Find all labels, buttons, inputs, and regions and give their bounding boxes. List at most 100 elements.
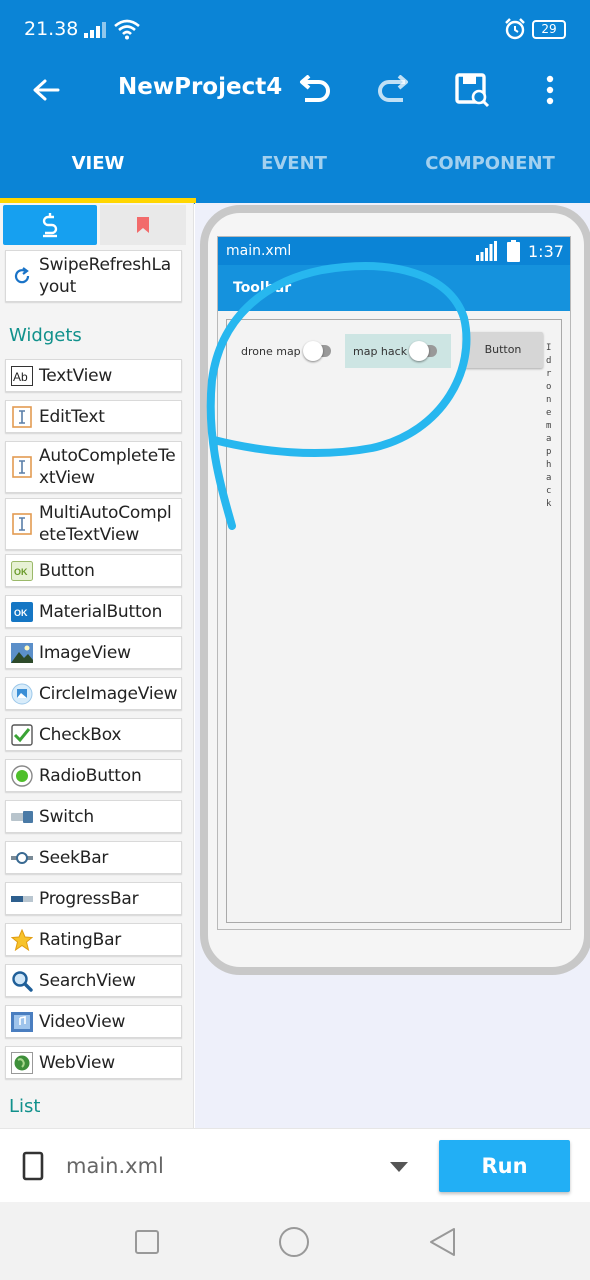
- svg-text:OK: OK: [14, 567, 28, 577]
- palette-item-videoview[interactable]: VideoView: [5, 1005, 182, 1038]
- palette-item-checkbox[interactable]: CheckBox: [5, 718, 182, 751]
- back-arrow-icon[interactable]: [24, 68, 68, 112]
- preview-layout[interactable]: drone map map hack Button Idrone map hac…: [226, 319, 562, 923]
- status-bar: 21.38 29: [0, 0, 590, 62]
- switch-icon: [11, 806, 33, 828]
- preview-toolbar[interactable]: Toolbar: [218, 265, 570, 311]
- palette-item-label: ProgressBar: [39, 888, 139, 909]
- palette-item-label: EditText: [39, 406, 105, 427]
- tab-component[interactable]: COMPONENT: [392, 120, 588, 204]
- preview-signal-icon: [476, 241, 497, 261]
- bottom-bar: main.xml Run: [0, 1128, 590, 1202]
- tab-view[interactable]: VIEW: [0, 120, 196, 204]
- palette-item-radiobutton[interactable]: RadioButton: [5, 759, 182, 792]
- materialbutton-icon: OK: [11, 601, 33, 623]
- edittext-icon: [11, 405, 33, 428]
- back-nav-icon[interactable]: [426, 1226, 458, 1258]
- phone-screen[interactable]: main.xml 1:37 Toolbar drone map map hack…: [217, 236, 571, 930]
- textview-icon: Ab: [11, 365, 33, 387]
- svg-text:Ab: Ab: [13, 370, 28, 384]
- palette-item-progressbar[interactable]: ProgressBar: [5, 882, 182, 915]
- wifi-icon: [114, 19, 140, 40]
- app-toolbar: NewProject4: [0, 62, 590, 120]
- save-icon[interactable]: [450, 68, 494, 112]
- switch-drone-map[interactable]: drone map: [241, 334, 331, 368]
- palette-item-textview[interactable]: Ab TextView: [5, 359, 182, 392]
- palette-item-button[interactable]: OK Button: [5, 554, 182, 587]
- palette-item-label: WebView: [39, 1052, 116, 1073]
- preview-status-bar: main.xml 1:37: [218, 237, 570, 265]
- palette-item-materialbutton[interactable]: OK MaterialButton: [5, 595, 182, 628]
- run-button[interactable]: Run: [439, 1140, 570, 1192]
- ratingbar-icon: [11, 928, 33, 951]
- more-options-icon[interactable]: [528, 68, 572, 112]
- recents-icon[interactable]: [131, 1226, 163, 1258]
- palette-item-autocompletetextview[interactable]: AutoCompleteTextView: [5, 441, 182, 493]
- palette-item-ratingbar[interactable]: RatingBar: [5, 923, 182, 956]
- project-title: NewProject4: [118, 74, 283, 100]
- palette-item-label: MultiAutoCompleteTextView: [39, 503, 172, 545]
- tab-event[interactable]: EVENT: [196, 120, 392, 204]
- palette-item-searchview[interactable]: SearchView: [5, 964, 182, 997]
- palette-item-imageview[interactable]: ImageView: [5, 636, 182, 669]
- palette-item-seekbar[interactable]: SeekBar: [5, 841, 182, 874]
- status-time: 21.38: [24, 18, 79, 40]
- palette-item-label: Button: [39, 560, 95, 581]
- seekbar-icon: [11, 847, 33, 869]
- preview-battery-icon: [507, 240, 520, 262]
- imageview-icon: [11, 642, 33, 664]
- palette-item-swiperefreshlayout[interactable]: SwipeRefreshLayout: [5, 250, 182, 302]
- palette-item-circleimageview[interactable]: CircleImageView: [5, 677, 182, 710]
- palette-item-label: TextView: [39, 365, 113, 386]
- palette-item-webview[interactable]: WebView: [5, 1046, 182, 1079]
- preview-status-time: 1:37: [528, 242, 564, 261]
- palette-tab-widgets[interactable]: [3, 205, 97, 245]
- progressbar-icon: [11, 888, 33, 910]
- webview-icon: [11, 1051, 33, 1074]
- switch-label: drone map: [241, 344, 301, 358]
- checkbox-icon: [11, 723, 33, 746]
- undo-icon[interactable]: [292, 68, 336, 112]
- svg-text:OK: OK: [14, 608, 28, 618]
- palette-item-switch[interactable]: Switch: [5, 800, 182, 833]
- palette-item-label: AutoCompleteTextView: [39, 446, 176, 488]
- redo-icon[interactable]: [372, 68, 416, 112]
- palette-item-label: Switch: [39, 806, 95, 827]
- palette-item-label: VideoView: [39, 1011, 126, 1032]
- preview-button[interactable]: Button: [463, 332, 543, 368]
- circleimageview-icon: [11, 683, 33, 705]
- widget-palette: SwipeRefreshLayout Widgets Ab TextView E…: [0, 203, 194, 1128]
- phone-layout-icon: [22, 1151, 44, 1181]
- switch-map-hack[interactable]: map hack: [345, 334, 451, 368]
- widgets-palette-icon: [42, 213, 58, 238]
- layout-file-selector[interactable]: main.xml: [66, 1154, 164, 1178]
- switch-label: map hack: [353, 344, 408, 358]
- signal-icon: [84, 22, 106, 38]
- palette-item-multiautocompletetextview[interactable]: MultiAutoCompleteTextView: [5, 498, 182, 550]
- searchview-icon: [11, 970, 33, 992]
- palette-tab-bookmarks[interactable]: [100, 205, 186, 245]
- home-icon[interactable]: [278, 1226, 310, 1258]
- alarm-icon: [505, 18, 525, 40]
- preview-vertical-text: Idrone map hack: [546, 343, 552, 509]
- switch-toggle[interactable]: [409, 341, 438, 361]
- chevron-down-icon[interactable]: [390, 1162, 408, 1172]
- button-icon: OK: [11, 560, 33, 582]
- palette-item-label: RatingBar: [39, 929, 122, 950]
- switch-toggle[interactable]: [302, 341, 331, 361]
- preview-toolbar-label: Toolbar: [233, 280, 292, 296]
- palette-item-label: CheckBox: [39, 724, 122, 745]
- bookmark-icon: [137, 217, 149, 233]
- palette-item-label: SwipeRefreshLayout: [39, 255, 171, 297]
- autocomplete-icon: [11, 456, 33, 478]
- palette-item-label: SearchView: [39, 970, 136, 991]
- section-list: List: [9, 1096, 41, 1117]
- videoview-icon: [11, 1011, 33, 1033]
- palette-item-edittext[interactable]: EditText: [5, 400, 182, 433]
- palette-item-label: SeekBar: [39, 847, 109, 868]
- palette-tabs: [0, 203, 193, 245]
- preview-file-label: main.xml: [226, 243, 292, 259]
- palette-item-label: ImageView: [39, 642, 131, 663]
- system-nav-bar: [0, 1202, 590, 1280]
- editor-tabs: VIEW EVENT COMPONENT: [0, 120, 590, 204]
